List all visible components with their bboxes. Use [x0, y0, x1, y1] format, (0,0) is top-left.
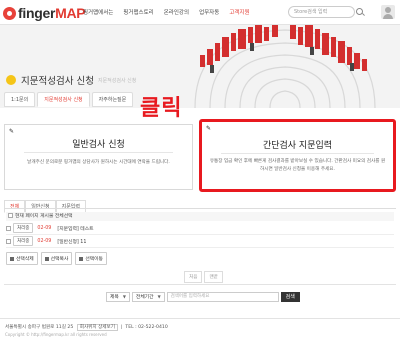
pagination: 처음 맨끝: [184, 271, 225, 283]
general-test-card[interactable]: ✎ 일반검사 신청 날개주신 문의로분 핑거맵의 상담사가 원하시는 시간대에 …: [4, 124, 193, 190]
status-badge[interactable]: 처리중: [13, 236, 34, 246]
list-item[interactable]: 처리중 02-09 [일반신청] 11: [6, 235, 394, 248]
chevron-down-icon: ▼: [157, 294, 161, 299]
simple-test-card[interactable]: ✎ 간단검사 지문입력 유통장 입금 확인 후에 빠른게 검사결과를 받아보실 …: [199, 119, 396, 192]
top-header: fingerMAP 핑거맵에서는 핑거맵스토리 온라인강의 업무자동 고객지원 …: [0, 0, 400, 25]
board-search-input[interactable]: 검색어를 입력하세요: [166, 292, 279, 302]
copy-selected-button[interactable]: 선택복사: [40, 252, 73, 265]
last-page-button[interactable]: 맨끝: [204, 271, 223, 283]
general-test-desc: 날개주신 문의로분 핑거맵의 상담사가 원하시는 시간대에 연락을 드립니다.: [27, 160, 170, 165]
select-all-label: 현재 페이지 게시물 전체선택: [15, 214, 73, 219]
map-link[interactable]: 회사위치 상세보기: [76, 324, 118, 331]
select-all-checkbox[interactable]: [8, 213, 13, 218]
main-nav: 핑거맵에서는 핑거맵스토리 온라인강의 업무자동 고객지원: [83, 8, 260, 16]
tab-faq[interactable]: 자주하는질문: [91, 92, 134, 107]
tab-inquiry[interactable]: 1:1문의: [4, 92, 36, 107]
delete-selected-button[interactable]: 선택삭제: [6, 252, 38, 265]
period-select[interactable]: 전체기간 ▼: [131, 292, 165, 302]
status-badge[interactable]: 처리중: [13, 223, 34, 233]
list-item[interactable]: 처리중 02-09 [지문입력] 테스트: [6, 222, 394, 235]
title-bullet-icon: [6, 75, 16, 85]
fingermap-logo[interactable]: fingerMAP: [3, 5, 86, 21]
nav-item-automation[interactable]: 업무자동: [199, 8, 219, 16]
copyright: Copyright © http://fingermap.kr all righ…: [5, 332, 107, 337]
nav-item-lecture[interactable]: 온라인강의: [164, 8, 189, 16]
nav-item-story[interactable]: 핑거맵스토리: [123, 8, 153, 16]
move-icon: [79, 256, 84, 261]
row-checkbox[interactable]: [6, 225, 11, 231]
search-input[interactable]: Store검색 입력: [288, 6, 355, 18]
board-search: 제목 ▼ 전체기간 ▼ 검색어를 입력하세요 검색: [106, 292, 300, 302]
row-checkbox[interactable]: [6, 238, 11, 244]
company-address: 서울특별시 송파구 법원로 11길 25: [5, 325, 74, 330]
sub-tabs: 1:1문의 지문적성검사 신청 자주하는질문: [4, 92, 135, 107]
site-footer: 서울특별시 송파구 법원로 11길 25 회사위치 상세보기 | TEL : 0…: [0, 318, 400, 344]
trash-icon: [10, 256, 14, 261]
page-title: 지문적성검사 신청: [21, 76, 94, 87]
page-subtitle: 지문적성검사 신청: [97, 77, 137, 84]
list-actions: 선택삭제 선택복사 선택이동: [6, 252, 110, 265]
row-title[interactable]: [일반신청] 11: [57, 238, 86, 245]
pencil-icon: ✎: [9, 128, 15, 135]
click-annotation: 클릭: [140, 96, 183, 121]
select-all-row[interactable]: 현재 페이지 게시물 전체선택: [6, 212, 394, 221]
chevron-down-icon: ▼: [122, 294, 126, 299]
search-icon[interactable]: [356, 8, 363, 15]
row-title[interactable]: [지문입력] 테스트: [57, 225, 93, 232]
user-avatar[interactable]: [381, 5, 395, 19]
search-button[interactable]: 검색: [280, 292, 300, 302]
row-date: 02-09: [37, 238, 52, 244]
logo-prefix: finger: [18, 5, 56, 21]
simple-test-desc: 유통장 입금 확인 후에 빠른게 검사결과를 받아보실 수 있습니다. 간판검사…: [209, 159, 386, 172]
search-field-select[interactable]: 제목 ▼: [106, 292, 130, 302]
first-page-button[interactable]: 처음: [184, 271, 203, 283]
pencil-icon: ✎: [206, 125, 212, 132]
logo-suffix: MAP: [55, 5, 86, 21]
general-test-title: 일반검사 신청: [72, 140, 125, 150]
logo-mark-icon: [3, 6, 16, 20]
simple-test-title: 간단검사 지문입력: [262, 141, 333, 151]
copy-icon: [44, 256, 49, 261]
company-tel: TEL : 02-522-0410: [125, 325, 168, 330]
nav-item-support[interactable]: 고객지원: [229, 8, 249, 16]
tab-aptitude-apply[interactable]: 지문적성검사 신청: [37, 92, 90, 107]
fingerprint-city-illustration: [194, 25, 376, 108]
move-selected-button[interactable]: 선택이동: [75, 252, 107, 265]
nav-item-about[interactable]: 핑거맵에서는: [83, 8, 113, 16]
row-date: 02-09: [37, 225, 52, 231]
